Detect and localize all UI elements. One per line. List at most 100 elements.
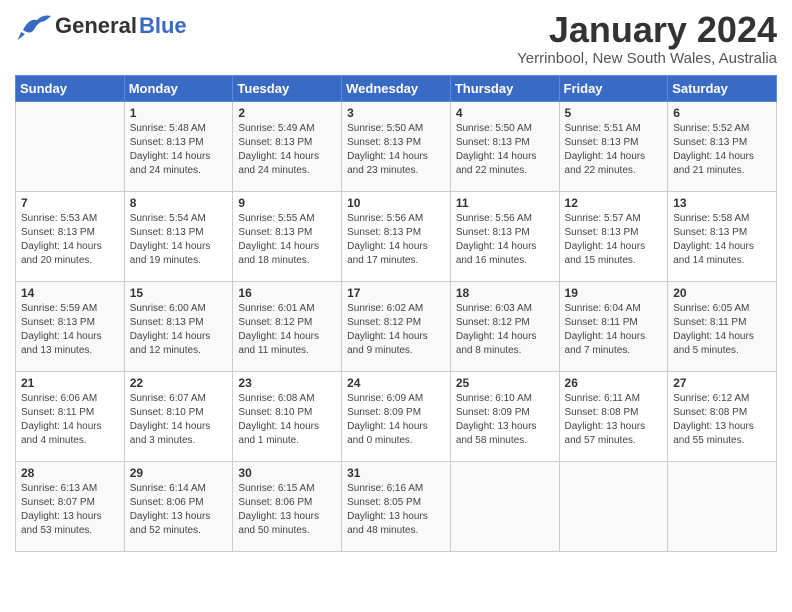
calendar-cell: 16 Sunrise: 6:01 AM Sunset: 8:12 PM Dayli… bbox=[233, 281, 342, 371]
day-number: 20 bbox=[673, 286, 771, 300]
day-info: Sunrise: 5:53 AM Sunset: 8:13 PM Dayligh… bbox=[21, 212, 119, 268]
day-number: 14 bbox=[21, 286, 119, 300]
weekday-thursday: Thursday bbox=[450, 75, 559, 101]
day-number: 19 bbox=[565, 286, 663, 300]
day-info: Sunrise: 5:49 AM Sunset: 8:13 PM Dayligh… bbox=[238, 122, 336, 178]
day-number: 5 bbox=[565, 106, 663, 120]
week-row-3: 14 Sunrise: 5:59 AM Sunset: 8:13 PM Dayli… bbox=[16, 281, 777, 371]
day-number: 12 bbox=[565, 196, 663, 210]
day-number: 21 bbox=[21, 376, 119, 390]
calendar-cell: 12 Sunrise: 5:57 AM Sunset: 8:13 PM Dayli… bbox=[559, 191, 668, 281]
day-number: 24 bbox=[347, 376, 445, 390]
calendar-cell: 13 Sunrise: 5:58 AM Sunset: 8:13 PM Dayli… bbox=[668, 191, 777, 281]
calendar-cell: 5Sunrise: 5:51 AM Sunset: 8:13 PM Daylig… bbox=[559, 101, 668, 191]
calendar-cell: 31 Sunrise: 6:16 AM Sunset: 8:05 PM Dayli… bbox=[342, 461, 451, 551]
logo-text-blue: Blue bbox=[139, 13, 187, 39]
day-number: 1 bbox=[130, 106, 228, 120]
day-number: 29 bbox=[130, 466, 228, 480]
day-number: 31 bbox=[347, 466, 445, 480]
day-number: 6 bbox=[673, 106, 771, 120]
weekday-tuesday: Tuesday bbox=[233, 75, 342, 101]
day-info: Sunrise: 5:50 AM Sunset: 8:13 PM Dayligh… bbox=[456, 122, 554, 178]
day-info: Sunrise: 6:03 AM Sunset: 8:12 PM Dayligh… bbox=[456, 302, 554, 358]
calendar-cell bbox=[668, 461, 777, 551]
day-number: 13 bbox=[673, 196, 771, 210]
day-number: 18 bbox=[456, 286, 554, 300]
calendar-cell: 29 Sunrise: 6:14 AM Sunset: 8:06 PM Dayli… bbox=[124, 461, 233, 551]
weekday-friday: Friday bbox=[559, 75, 668, 101]
calendar-cell: 25 Sunrise: 6:10 AM Sunset: 8:09 PM Dayli… bbox=[450, 371, 559, 461]
day-info: Sunrise: 6:12 AM Sunset: 8:08 PM Dayligh… bbox=[673, 392, 771, 448]
calendar-cell: 6 Sunrise: 5:52 AM Sunset: 8:13 PM Daylig… bbox=[668, 101, 777, 191]
calendar-cell: 11 Sunrise: 5:56 AM Sunset: 8:13 PM Dayli… bbox=[450, 191, 559, 281]
calendar-table: SundayMondayTuesdayWednesdayThursdayFrid… bbox=[15, 75, 777, 552]
day-info: Sunrise: 6:10 AM Sunset: 8:09 PM Dayligh… bbox=[456, 392, 554, 448]
location: Yerrinbool, New South Wales, Australia bbox=[517, 50, 777, 67]
day-info: Sunrise: 5:57 AM Sunset: 8:13 PM Dayligh… bbox=[565, 212, 663, 268]
day-info: Sunrise: 6:09 AM Sunset: 8:09 PM Dayligh… bbox=[347, 392, 445, 448]
day-info: Sunrise: 6:07 AM Sunset: 8:10 PM Dayligh… bbox=[130, 392, 228, 448]
calendar-cell: 26 Sunrise: 6:11 AM Sunset: 8:08 PM Dayli… bbox=[559, 371, 668, 461]
weekday-wednesday: Wednesday bbox=[342, 75, 451, 101]
day-info: Sunrise: 6:13 AM Sunset: 8:07 PM Dayligh… bbox=[21, 482, 119, 538]
title-area: January 2024 Yerrinbool, New South Wales… bbox=[517, 10, 777, 67]
day-number: 16 bbox=[238, 286, 336, 300]
calendar-cell: 15Sunrise: 6:00 AM Sunset: 8:13 PM Dayli… bbox=[124, 281, 233, 371]
calendar-cell: 22 Sunrise: 6:07 AM Sunset: 8:10 PM Dayli… bbox=[124, 371, 233, 461]
day-info: Sunrise: 5:58 AM Sunset: 8:13 PM Dayligh… bbox=[673, 212, 771, 268]
day-number: 15 bbox=[130, 286, 228, 300]
weekday-saturday: Saturday bbox=[668, 75, 777, 101]
day-number: 11 bbox=[456, 196, 554, 210]
calendar-cell: 14 Sunrise: 5:59 AM Sunset: 8:13 PM Dayli… bbox=[16, 281, 125, 371]
day-info: Sunrise: 5:59 AM Sunset: 8:13 PM Dayligh… bbox=[21, 302, 119, 358]
calendar-cell: 4Sunrise: 5:50 AM Sunset: 8:13 PM Daylig… bbox=[450, 101, 559, 191]
day-number: 30 bbox=[238, 466, 336, 480]
day-number: 2 bbox=[238, 106, 336, 120]
calendar-cell: 10 Sunrise: 5:56 AM Sunset: 8:13 PM Dayli… bbox=[342, 191, 451, 281]
page-header: GeneralBlue January 2024 Yerrinbool, New… bbox=[15, 10, 777, 67]
week-row-2: 7 Sunrise: 5:53 AM Sunset: 8:13 PM Daylig… bbox=[16, 191, 777, 281]
calendar-cell: 7 Sunrise: 5:53 AM Sunset: 8:13 PM Daylig… bbox=[16, 191, 125, 281]
weekday-header-row: SundayMondayTuesdayWednesdayThursdayFrid… bbox=[16, 75, 777, 101]
calendar-cell: 17Sunrise: 6:02 AM Sunset: 8:12 PM Dayli… bbox=[342, 281, 451, 371]
calendar-cell: 21Sunrise: 6:06 AM Sunset: 8:11 PM Dayli… bbox=[16, 371, 125, 461]
week-row-1: 1 Sunrise: 5:48 AM Sunset: 8:13 PM Daylig… bbox=[16, 101, 777, 191]
day-info: Sunrise: 6:08 AM Sunset: 8:10 PM Dayligh… bbox=[238, 392, 336, 448]
calendar-cell: 27Sunrise: 6:12 AM Sunset: 8:08 PM Dayli… bbox=[668, 371, 777, 461]
day-info: Sunrise: 5:56 AM Sunset: 8:13 PM Dayligh… bbox=[347, 212, 445, 268]
day-number: 28 bbox=[21, 466, 119, 480]
calendar-cell: 23 Sunrise: 6:08 AM Sunset: 8:10 PM Dayli… bbox=[233, 371, 342, 461]
calendar-cell: 9Sunrise: 5:55 AM Sunset: 8:13 PM Daylig… bbox=[233, 191, 342, 281]
weekday-sunday: Sunday bbox=[16, 75, 125, 101]
calendar-cell bbox=[559, 461, 668, 551]
day-info: Sunrise: 6:04 AM Sunset: 8:11 PM Dayligh… bbox=[565, 302, 663, 358]
day-info: Sunrise: 6:01 AM Sunset: 8:12 PM Dayligh… bbox=[238, 302, 336, 358]
calendar-cell: 8 Sunrise: 5:54 AM Sunset: 8:13 PM Daylig… bbox=[124, 191, 233, 281]
logo: GeneralBlue bbox=[15, 10, 187, 42]
day-number: 17 bbox=[347, 286, 445, 300]
day-info: Sunrise: 5:54 AM Sunset: 8:13 PM Dayligh… bbox=[130, 212, 228, 268]
calendar-body: 1 Sunrise: 5:48 AM Sunset: 8:13 PM Daylig… bbox=[16, 101, 777, 551]
day-info: Sunrise: 6:16 AM Sunset: 8:05 PM Dayligh… bbox=[347, 482, 445, 538]
day-info: Sunrise: 5:50 AM Sunset: 8:13 PM Dayligh… bbox=[347, 122, 445, 178]
day-number: 3 bbox=[347, 106, 445, 120]
day-number: 22 bbox=[130, 376, 228, 390]
day-info: Sunrise: 5:52 AM Sunset: 8:13 PM Dayligh… bbox=[673, 122, 771, 178]
day-info: Sunrise: 5:56 AM Sunset: 8:13 PM Dayligh… bbox=[456, 212, 554, 268]
day-number: 7 bbox=[21, 196, 119, 210]
day-number: 8 bbox=[130, 196, 228, 210]
day-info: Sunrise: 6:15 AM Sunset: 8:06 PM Dayligh… bbox=[238, 482, 336, 538]
calendar-cell: 2 Sunrise: 5:49 AM Sunset: 8:13 PM Daylig… bbox=[233, 101, 342, 191]
calendar-cell bbox=[16, 101, 125, 191]
month-title: January 2024 bbox=[517, 10, 777, 50]
day-number: 23 bbox=[238, 376, 336, 390]
calendar-cell: 3 Sunrise: 5:50 AM Sunset: 8:13 PM Daylig… bbox=[342, 101, 451, 191]
day-info: Sunrise: 5:48 AM Sunset: 8:13 PM Dayligh… bbox=[130, 122, 228, 178]
day-number: 26 bbox=[565, 376, 663, 390]
day-number: 25 bbox=[456, 376, 554, 390]
calendar-cell: 24 Sunrise: 6:09 AM Sunset: 8:09 PM Dayli… bbox=[342, 371, 451, 461]
day-number: 10 bbox=[347, 196, 445, 210]
day-info: Sunrise: 6:14 AM Sunset: 8:06 PM Dayligh… bbox=[130, 482, 228, 538]
day-info: Sunrise: 6:11 AM Sunset: 8:08 PM Dayligh… bbox=[565, 392, 663, 448]
calendar-cell: 18 Sunrise: 6:03 AM Sunset: 8:12 PM Dayli… bbox=[450, 281, 559, 371]
